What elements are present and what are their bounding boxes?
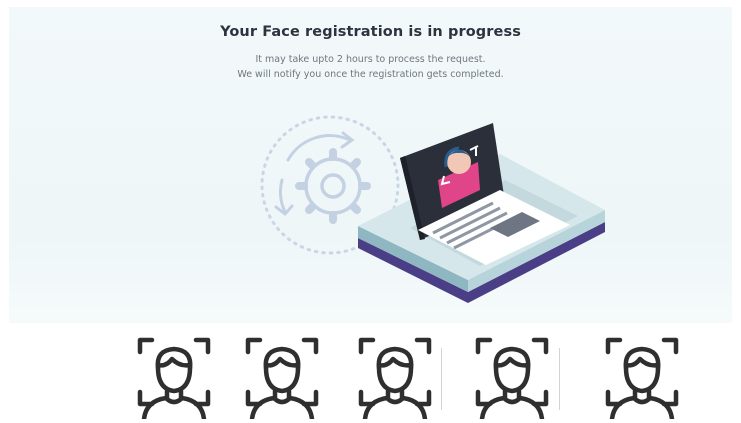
divider — [441, 348, 442, 410]
refresh-arrows-icon — [274, 131, 355, 217]
face-scan-icon — [475, 337, 549, 419]
face-scan-icon — [137, 337, 211, 419]
registration-illustration — [260, 115, 605, 303]
face-scan-icon — [245, 337, 319, 419]
gear-icon — [295, 148, 371, 224]
face-scan-icon — [605, 337, 679, 419]
registration-status-page: Your Face registration is in progress It… — [0, 0, 741, 423]
laptop-icon — [358, 123, 605, 303]
divider — [559, 348, 560, 410]
face-scan-icon — [358, 337, 432, 419]
